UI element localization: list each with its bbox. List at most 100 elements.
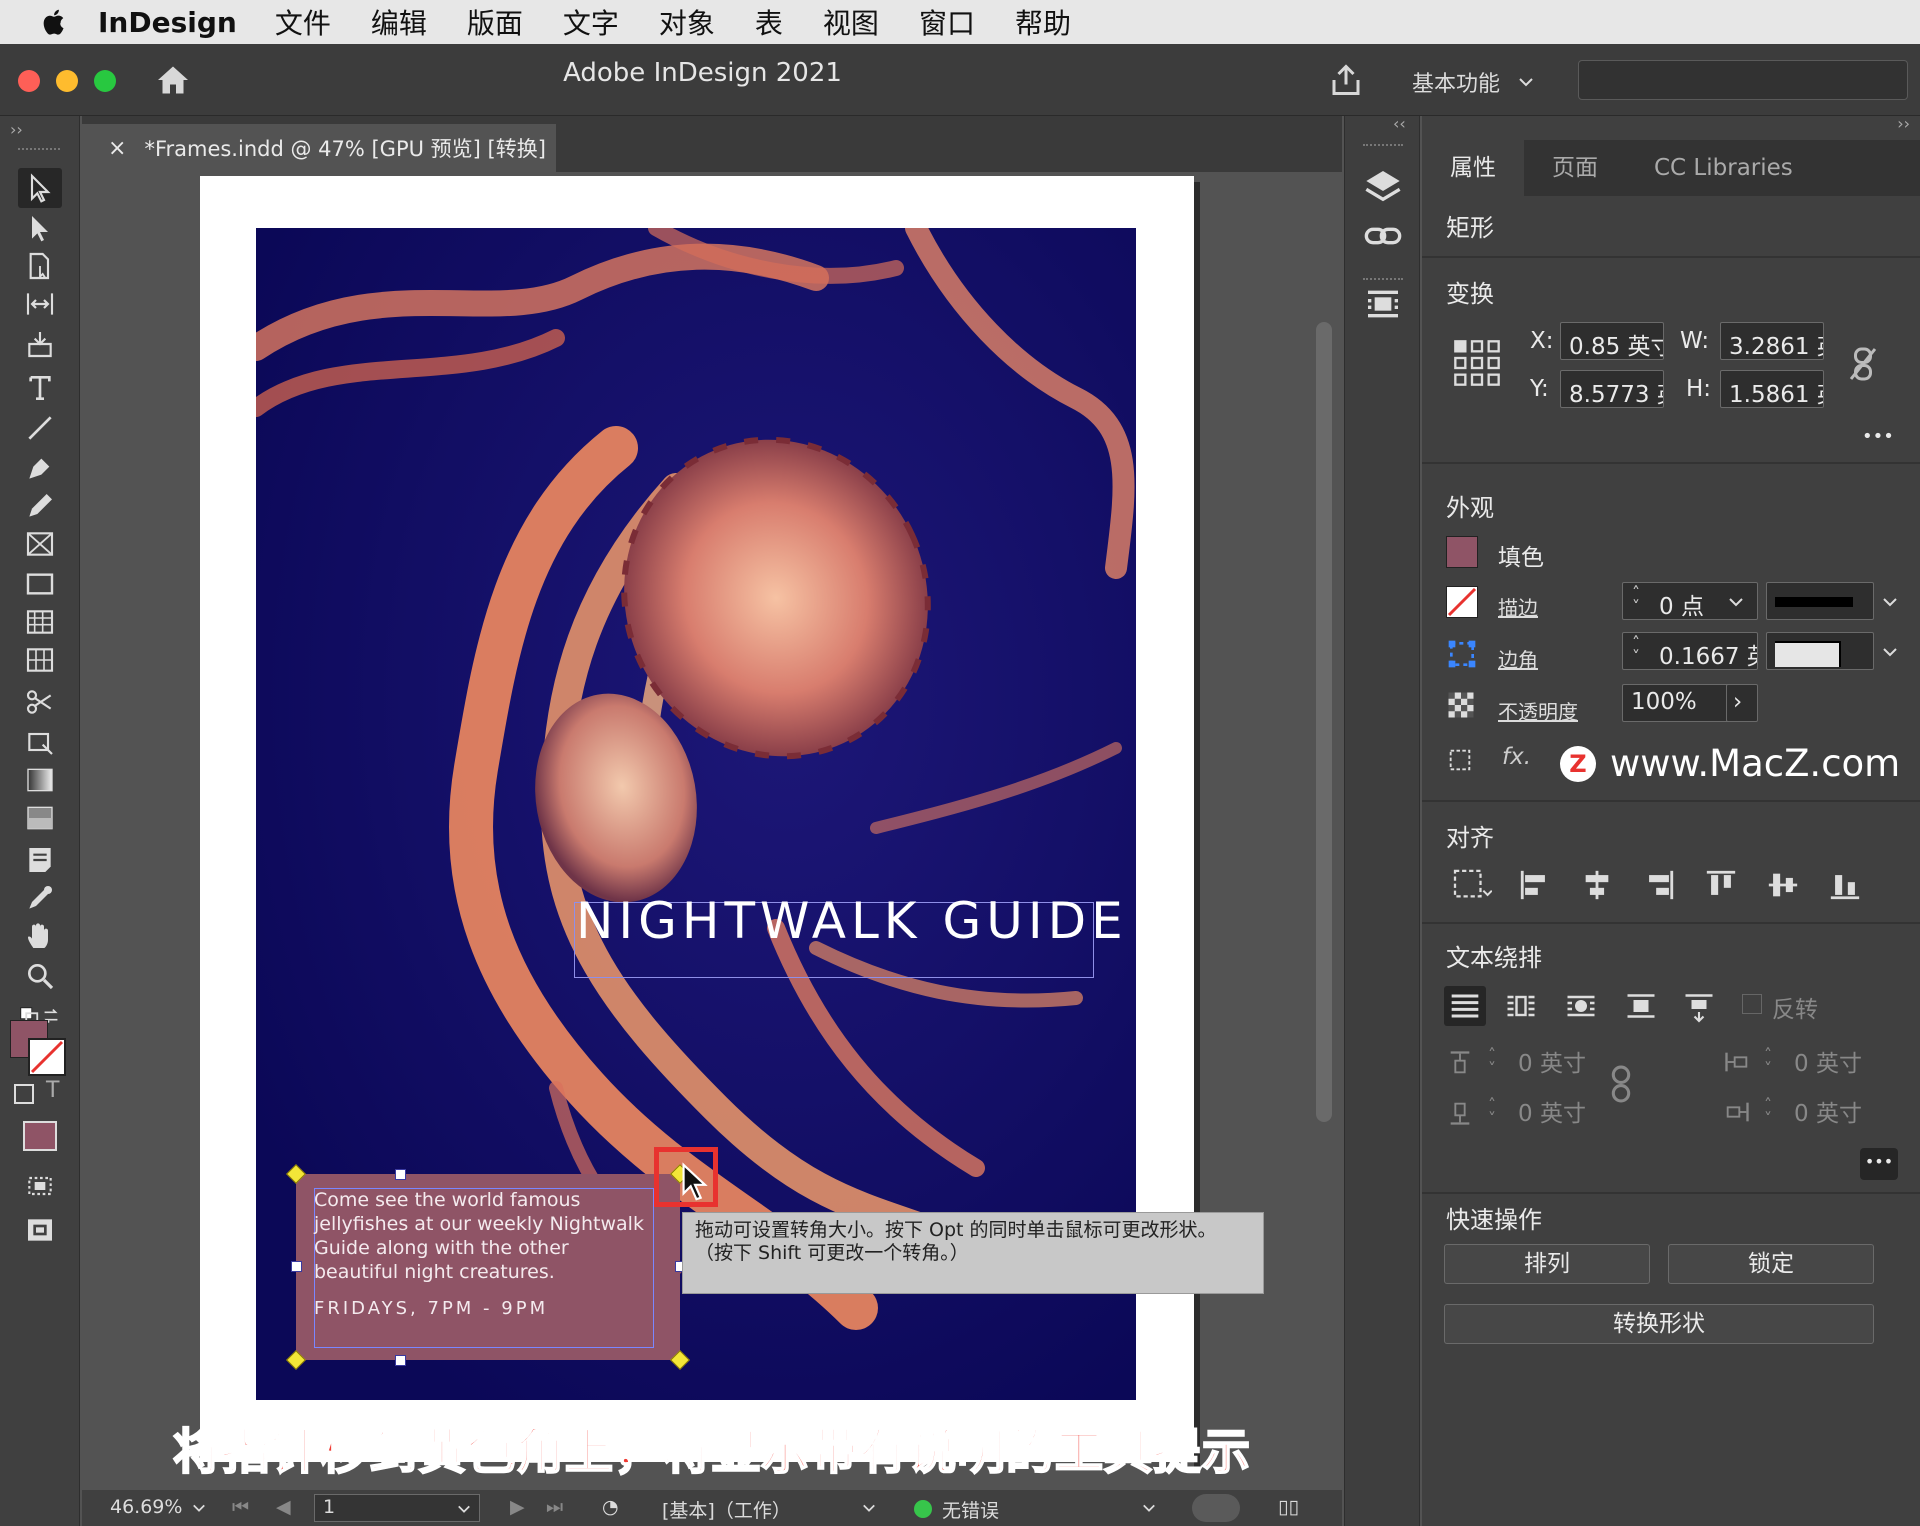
y-position-field[interactable]: 8.5773 英寸 [1560,370,1664,408]
height-field[interactable]: 1.5861 英寸 [1720,370,1824,408]
pencil-tool[interactable] [18,486,62,526]
collapse-dock-icon[interactable]: ‹‹ [1393,114,1406,133]
rectangle-tool[interactable] [18,564,62,604]
lock-button[interactable]: 锁定 [1668,1244,1874,1284]
style-chevron-icon[interactable] [862,1502,876,1514]
scissors-tool[interactable] [18,682,62,722]
document-canvas[interactable]: NIGHTWALK GUIDE Come see the world famou… [82,172,1342,1490]
fill-swatch-panel[interactable] [1446,536,1478,568]
zoom-tool[interactable] [18,956,62,996]
page-tool[interactable] [18,246,62,286]
invert-checkbox[interactable] [1742,994,1762,1014]
reference-point-icon[interactable] [1452,338,1502,388]
corner-shape-select[interactable] [1766,632,1874,670]
layers-icon[interactable] [1363,166,1403,206]
jump-object-icon[interactable] [1622,988,1660,1024]
corner-size-field[interactable]: 0.1667 英寸 [1622,632,1758,670]
eyedropper-tool[interactable] [18,878,62,918]
page-number-field[interactable]: 1 [314,1494,480,1522]
event-text[interactable]: FRIDAYS, 7PM - 9PM [314,1298,548,1319]
fx-effects-button[interactable]: fx. [1502,744,1531,770]
tab-properties[interactable]: 属性 [1422,140,1524,196]
first-page-icon[interactable]: ⏮ [232,1496,249,1518]
menu-object[interactable]: 对象 [659,2,715,42]
collapse-panel-icon[interactable]: ›› [1897,114,1910,133]
preview-mode-button[interactable] [18,1210,62,1250]
collapse-toolbar-icon[interactable]: ›› [10,120,23,139]
top-offset-stepper[interactable]: ˄ ˅ [1488,1047,1496,1077]
left-offset-stepper[interactable]: ˄ ˅ [1764,1047,1772,1077]
hand-tool[interactable] [18,916,62,956]
tab-pages[interactable]: 页面 [1524,140,1626,196]
type-tool[interactable] [18,368,62,408]
zoom-chevron-icon[interactable] [192,1502,206,1514]
menu-table[interactable]: 表 [755,2,783,42]
preflight-status[interactable]: 无错误 [942,1496,999,1523]
stroke-swatch[interactable] [28,1038,66,1076]
screen-mode-button[interactable] [18,1166,62,1206]
align-vertical-center-icon[interactable] [1766,868,1800,902]
vertical-scrollbar[interactable] [1312,322,1334,1362]
stroke-type-select[interactable] [1766,582,1874,620]
align-horizontal-center-icon[interactable] [1580,868,1614,902]
menu-help[interactable]: 帮助 [1015,2,1071,42]
frame-fitting-icon[interactable] [1446,746,1474,774]
stroke-swatch-panel[interactable] [1446,586,1478,618]
corner-label[interactable]: 边角 [1498,644,1538,673]
corner-options-icon[interactable] [1446,638,1478,670]
gap-tool[interactable] [18,284,62,324]
note-tool[interactable] [18,840,62,880]
workspace-switcher[interactable]: 基本功能 [1412,66,1534,98]
pen-tool[interactable] [18,448,62,488]
menu-file[interactable]: 文件 [275,2,331,42]
width-field[interactable]: 3.2861 英寸 [1720,322,1824,360]
right-offset-stepper[interactable]: ˄ ˅ [1764,1097,1772,1127]
apply-color-button[interactable] [18,1116,62,1156]
constrain-proportions-icon[interactable] [1848,346,1878,382]
split-view-icon[interactable]: ▯▯ [1278,1496,1299,1518]
resize-handle-bottom[interactable] [395,1355,406,1366]
links-icon[interactable] [1363,216,1403,256]
transform-more-button[interactable]: ••• [1862,426,1894,447]
x-position-field[interactable]: 0.85 英寸 [1560,322,1664,360]
direct-selection-tool[interactable] [18,208,62,248]
horizontal-grid-tool[interactable] [18,602,62,642]
wrap-bounding-box-icon[interactable] [1502,988,1540,1024]
right-offset-value[interactable]: 0 英寸 [1794,1094,1862,1128]
menu-edit[interactable]: 编辑 [371,2,427,42]
bottom-offset-stepper[interactable]: ˄ ˅ [1488,1097,1496,1127]
resize-handle-left[interactable] [291,1261,302,1272]
menu-window[interactable]: 窗口 [919,2,975,42]
vertical-grid-tool[interactable] [18,640,62,680]
share-icon[interactable] [1328,61,1364,99]
opacity-arrow-button[interactable]: › [1726,684,1758,722]
wrap-object-shape-icon[interactable] [1562,988,1600,1024]
make-offsets-same-icon[interactable] [1608,1064,1634,1104]
toolbar-grip[interactable] [18,148,60,154]
preflight-chevron-icon[interactable] [1142,1502,1156,1514]
text-wrap-panel-icon[interactable] [1363,284,1403,324]
dock-grip-2[interactable] [1363,278,1403,280]
rectangle-frame-tool[interactable] [18,524,62,564]
open-document-icon[interactable]: ◔ [602,1496,619,1518]
close-tab-icon[interactable]: × [108,136,126,161]
previous-page-icon[interactable]: ◀ [276,1496,291,1518]
body-text[interactable]: Come see the world famous jellyfishes at… [314,1188,654,1284]
content-collector-tool[interactable] [18,324,62,364]
align-left-icon[interactable] [1518,868,1552,902]
stroke-stepper-icon[interactable]: ˄ ˅ [1632,585,1640,615]
gradient-swatch-tool[interactable] [18,760,62,800]
jump-to-next-column-icon[interactable] [1680,988,1718,1024]
formatting-text-icon[interactable]: T [46,1078,59,1103]
search-input[interactable] [1578,60,1908,100]
free-transform-tool[interactable] [18,722,62,762]
bottom-offset-value[interactable]: 0 英寸 [1518,1094,1586,1128]
align-top-icon[interactable] [1704,868,1738,902]
corner-shape-chevron-icon[interactable] [1882,646,1898,658]
line-tool[interactable] [18,408,62,448]
align-bottom-icon[interactable] [1828,868,1862,902]
scrollbar-thumb[interactable] [1316,322,1332,1122]
align-right-icon[interactable] [1642,868,1676,902]
horizontal-scroll-thumb[interactable] [1192,1494,1240,1522]
next-page-icon[interactable]: ▶ [510,1496,525,1518]
